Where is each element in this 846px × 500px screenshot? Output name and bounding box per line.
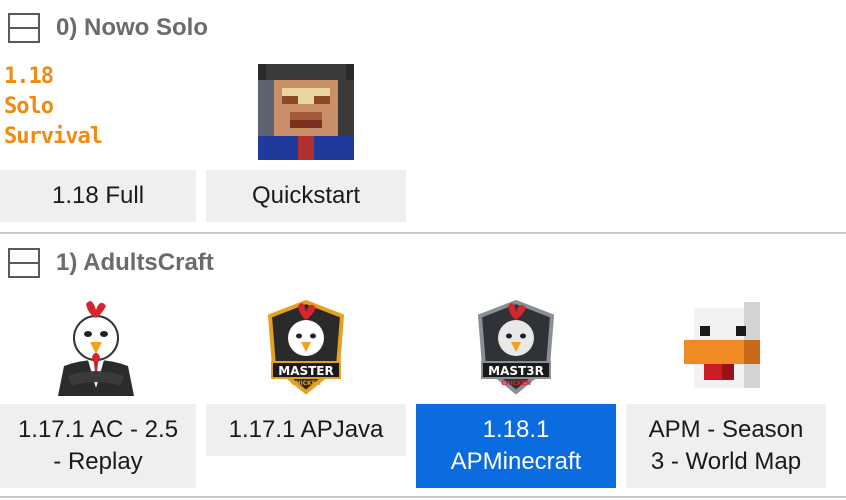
- instance-label[interactable]: Quickstart: [206, 170, 406, 222]
- master-chicken-badge-dark-icon: MAST3R CHICKEN: [477, 299, 555, 395]
- collapse-toggle-icon[interactable]: [8, 13, 40, 43]
- collapse-toggle-icon[interactable]: [8, 248, 40, 278]
- group-title: 0) Nowo Solo: [56, 14, 208, 41]
- badge-subtext: CHICKEN: [501, 380, 531, 387]
- group-title: 1) AdultsCraft: [56, 249, 214, 276]
- master-chicken-badge-icon: MASTER CHICKEN: [267, 299, 345, 395]
- pixel-face-avatar: [258, 64, 354, 160]
- instance-label[interactable]: 1.17.1 APJava: [206, 404, 406, 456]
- solo-survival-text-logo: 1.18 Solo Survival: [4, 62, 114, 149]
- pixel-duck-head: [684, 296, 770, 396]
- instance-label[interactable]: 1.17.1 AC - 2.5 - Replay: [0, 404, 196, 488]
- group-divider: [0, 496, 846, 498]
- group-divider: [0, 232, 846, 234]
- pixel-duck-icon: [684, 302, 760, 388]
- badge-subtext: CHICKEN: [291, 380, 321, 387]
- instance-label[interactable]: 1.18.1 APMinecraft: [416, 404, 616, 488]
- badge-text: MASTER: [278, 364, 334, 378]
- rooster-suit-mascot: [48, 296, 144, 396]
- instance-label[interactable]: 1.18 Full: [0, 170, 196, 222]
- badge-text: MAST3R: [488, 364, 544, 378]
- rooster-mascot-icon: [58, 301, 134, 396]
- instance-label[interactable]: APM - Season 3 - World Map: [626, 404, 826, 488]
- pixel-face-icon: [258, 64, 354, 160]
- master-chicken-badge-dark: MAST3R CHICKEN: [472, 296, 560, 396]
- logo-text: 1.18 Solo Survival: [4, 64, 103, 149]
- master-chicken-badge: MASTER CHICKEN: [262, 296, 350, 396]
